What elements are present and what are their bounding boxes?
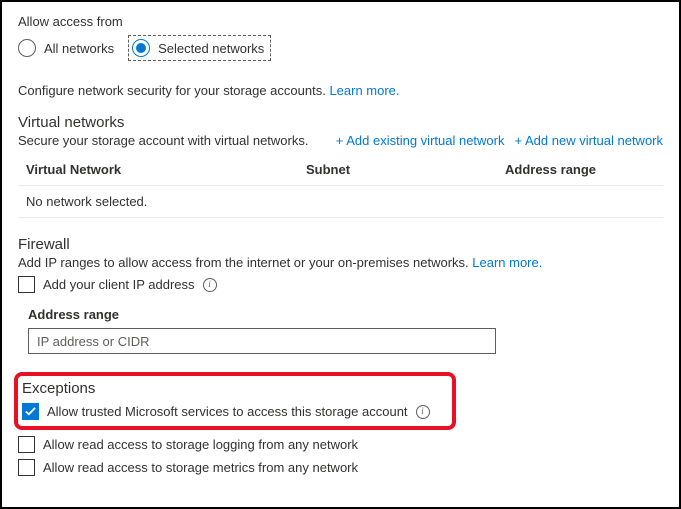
add-existing-vnet-link[interactable]: + Add existing virtual network xyxy=(336,133,505,148)
exception-metrics-row: Allow read access to storage metrics fro… xyxy=(18,459,663,476)
configure-description: Configure network security for your stor… xyxy=(18,83,663,98)
exceptions-section: Exceptions Allow trusted Microsoft servi… xyxy=(18,372,663,476)
access-radio-group: All networks Selected networks xyxy=(18,35,663,61)
exception-trusted-row: Allow trusted Microsoft services to acce… xyxy=(22,403,446,420)
radio-selected-label: Selected networks xyxy=(158,41,264,56)
add-client-ip-checkbox[interactable] xyxy=(18,276,35,293)
col-address-range: Address range xyxy=(505,162,655,177)
learn-more-link[interactable]: Learn more. xyxy=(329,83,399,98)
exception-metrics-label: Allow read access to storage metrics fro… xyxy=(43,460,358,475)
vnet-table-header: Virtual Network Subnet Address range xyxy=(18,154,663,186)
radio-icon xyxy=(132,39,150,57)
vnet-heading: Virtual networks xyxy=(18,114,663,131)
exception-logging-label: Allow read access to storage logging fro… xyxy=(43,437,358,452)
add-client-ip-row: Add your client IP address i xyxy=(18,276,663,293)
exception-logging-row: Allow read access to storage logging fro… xyxy=(18,436,663,453)
col-subnet: Subnet xyxy=(306,162,505,177)
address-range-input[interactable] xyxy=(28,328,496,354)
address-range-label: Address range xyxy=(28,307,663,322)
col-virtual-network: Virtual Network xyxy=(26,162,306,177)
exceptions-heading: Exceptions xyxy=(22,380,446,397)
exception-logging-checkbox[interactable] xyxy=(18,436,35,453)
radio-all-label: All networks xyxy=(44,41,114,56)
access-from-heading: Allow access from xyxy=(18,14,663,29)
info-icon[interactable]: i xyxy=(203,278,217,292)
radio-selected-networks[interactable]: Selected networks xyxy=(128,35,271,61)
exceptions-highlight: Exceptions Allow trusted Microsoft servi… xyxy=(14,372,456,430)
exception-trusted-checkbox[interactable] xyxy=(22,403,39,420)
firewall-learn-more-link[interactable]: Learn more. xyxy=(472,255,542,270)
exceptions-other-rows: Allow read access to storage logging fro… xyxy=(18,436,663,476)
exception-metrics-checkbox[interactable] xyxy=(18,459,35,476)
vnet-empty-text: No network selected. xyxy=(26,194,306,209)
configure-text: Configure network security for your stor… xyxy=(18,83,326,98)
firewall-heading: Firewall xyxy=(18,236,663,253)
firewall-desc: Add IP ranges to allow access from the i… xyxy=(18,255,663,270)
radio-all-networks[interactable]: All networks xyxy=(18,39,114,57)
info-icon[interactable]: i xyxy=(416,405,430,419)
add-new-vnet-link[interactable]: + Add new virtual network xyxy=(515,133,664,148)
radio-icon xyxy=(18,39,36,57)
firewall-desc-text: Add IP ranges to allow access from the i… xyxy=(18,255,469,270)
vnet-table: Virtual Network Subnet Address range No … xyxy=(18,154,663,218)
add-client-ip-label: Add your client IP address xyxy=(43,277,195,292)
vnet-empty-row: No network selected. xyxy=(18,186,663,218)
exception-trusted-label: Allow trusted Microsoft services to acce… xyxy=(47,404,408,419)
vnet-desc: Secure your storage account with virtual… xyxy=(18,133,308,148)
vnet-actions-row: Secure your storage account with virtual… xyxy=(18,133,663,148)
